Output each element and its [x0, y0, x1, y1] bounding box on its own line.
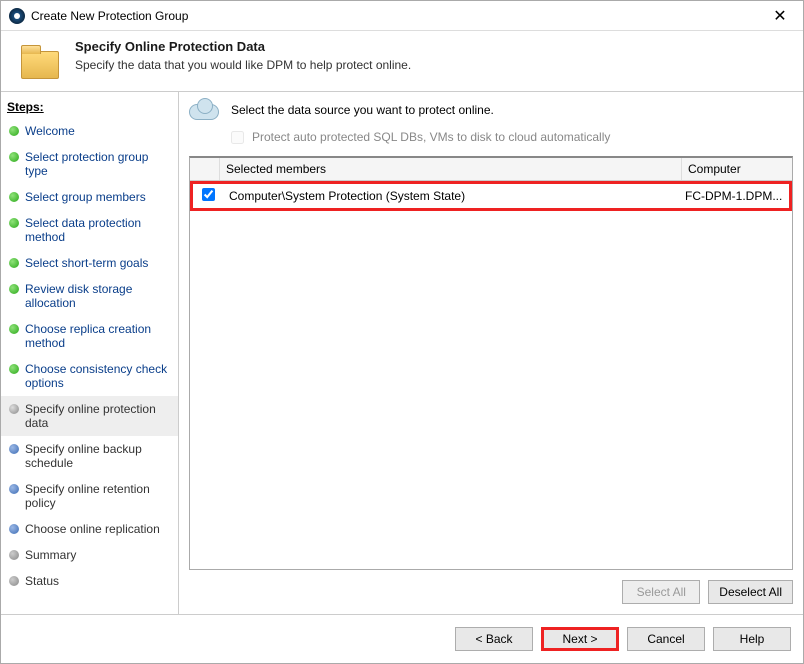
- deselect-all-button[interactable]: Deselect All: [708, 580, 793, 604]
- page-title: Specify Online Protection Data: [75, 39, 411, 54]
- step-choose-online-replication[interactable]: Choose online replication: [1, 516, 178, 542]
- row-checkbox[interactable]: [202, 188, 215, 201]
- step-choose-replica-creation-method[interactable]: Choose replica creation method: [1, 316, 178, 356]
- window-title: Create New Protection Group: [31, 9, 188, 23]
- app-icon: [9, 8, 25, 24]
- bullet-icon: [9, 576, 19, 586]
- help-button[interactable]: Help: [713, 627, 791, 651]
- row-computer: FC-DPM-1.DPM...: [679, 185, 789, 207]
- bullet-icon: [9, 218, 19, 228]
- col-computer: Computer: [682, 158, 792, 180]
- table-header: Selected members Computer: [190, 158, 792, 181]
- bullet-icon: [9, 364, 19, 374]
- folder-icon: [21, 43, 61, 79]
- bullet-icon: [9, 550, 19, 560]
- auto-protect-checkbox: Protect auto protected SQL DBs, VMs to d…: [231, 130, 793, 144]
- step-specify-online-backup-schedule[interactable]: Specify online backup schedule: [1, 436, 178, 476]
- step-welcome[interactable]: Welcome: [1, 118, 178, 144]
- step-select-data-protection-method[interactable]: Select data protection method: [1, 210, 178, 250]
- auto-protect-label: Protect auto protected SQL DBs, VMs to d…: [252, 130, 610, 144]
- next-button[interactable]: Next >: [541, 627, 619, 651]
- steps-heading: Steps:: [1, 98, 178, 118]
- table-row[interactable]: Computer\System Protection (System State…: [190, 181, 792, 211]
- cancel-button[interactable]: Cancel: [627, 627, 705, 651]
- bullet-icon: [9, 192, 19, 202]
- cloud-icon: [189, 100, 219, 120]
- step-select-short-term-goals[interactable]: Select short-term goals: [1, 250, 178, 276]
- back-button[interactable]: < Back: [455, 627, 533, 651]
- bullet-icon: [9, 444, 19, 454]
- step-status[interactable]: Status: [1, 568, 178, 594]
- select-all-button[interactable]: Select All: [622, 580, 700, 604]
- step-specify-online-retention-policy[interactable]: Specify online retention policy: [1, 476, 178, 516]
- page-subtitle: Specify the data that you would like DPM…: [75, 58, 411, 72]
- step-select-group-members[interactable]: Select group members: [1, 184, 178, 210]
- wizard-header: Specify Online Protection Data Specify t…: [1, 31, 803, 91]
- col-selected-members: Selected members: [220, 158, 682, 180]
- bullet-icon: [9, 404, 19, 414]
- main-panel: Select the data source you want to prote…: [179, 92, 803, 614]
- bullet-icon: [9, 258, 19, 268]
- step-review-disk-storage-allocation[interactable]: Review disk storage allocation: [1, 276, 178, 316]
- bullet-icon: [9, 126, 19, 136]
- instruction-text: Select the data source you want to prote…: [231, 103, 494, 117]
- bullet-icon: [9, 284, 19, 294]
- bullet-icon: [9, 324, 19, 334]
- step-select-protection-group-type[interactable]: Select protection group type: [1, 144, 178, 184]
- table-empty-area: [190, 211, 792, 569]
- auto-protect-input: [231, 131, 244, 144]
- members-table: Selected members Computer Computer\Syste…: [189, 156, 793, 570]
- step-choose-consistency-check-options[interactable]: Choose consistency check options: [1, 356, 178, 396]
- bullet-icon: [9, 484, 19, 494]
- step-summary[interactable]: Summary: [1, 542, 178, 568]
- dialog-window: Create New Protection Group ✕ Specify On…: [0, 0, 804, 664]
- bullet-icon: [9, 524, 19, 534]
- wizard-footer: < Back Next > Cancel Help: [1, 614, 803, 663]
- step-specify-online-protection-data[interactable]: Specify online protection data: [1, 396, 178, 436]
- col-check: [190, 158, 220, 180]
- steps-sidebar: Steps: Welcome Select protection group t…: [1, 92, 179, 614]
- bullet-icon: [9, 152, 19, 162]
- row-member: Computer\System Protection (System State…: [223, 185, 679, 207]
- close-button[interactable]: ✕: [765, 6, 795, 26]
- titlebar: Create New Protection Group ✕: [1, 1, 803, 31]
